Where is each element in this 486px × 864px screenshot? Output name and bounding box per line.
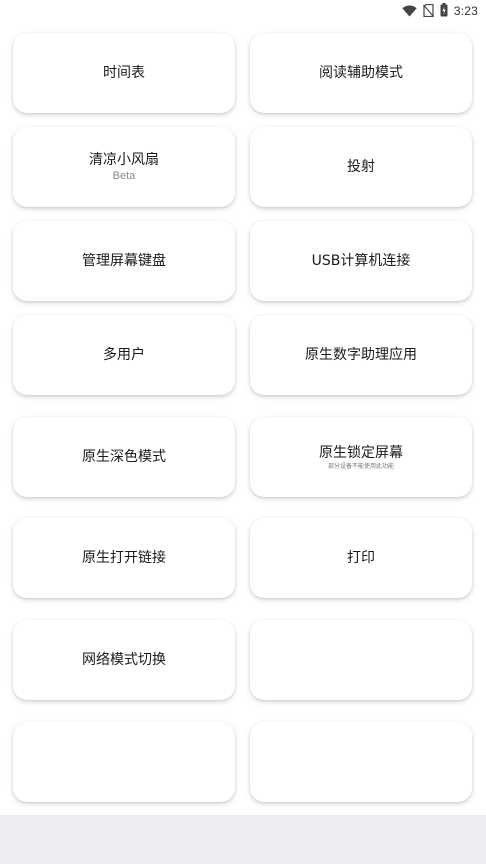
tile-label: 时间表	[103, 65, 145, 81]
tile-label: 原生锁定屏幕	[319, 444, 403, 461]
tile-native-lock-screen[interactable]: 原生锁定屏幕 部分设备不能使用此功能	[250, 417, 472, 497]
tile-usb-computer-connection[interactable]: USB计算机连接	[250, 221, 472, 301]
tile-label: 阅读辅助模式	[319, 65, 403, 81]
tile-native-digital-assistant[interactable]: 原生数字助理应用	[250, 315, 472, 395]
tile-note: 部分设备不能使用此功能	[327, 462, 394, 470]
tile-label: 打印	[347, 550, 375, 566]
tile-label: 原生打开链接	[82, 550, 166, 566]
tile-native-dark-mode[interactable]: 原生深色模式	[13, 417, 235, 497]
tile-label: 管理屏幕键盘	[82, 253, 166, 269]
tile-empty[interactable]	[13, 722, 235, 802]
tile-cooling-fan[interactable]: 清凉小风扇 Beta	[13, 127, 235, 207]
tile-label: USB计算机连接	[311, 253, 411, 269]
tile-label: 原生数字助理应用	[305, 347, 417, 363]
tile-empty[interactable]	[250, 722, 472, 802]
tile-print[interactable]: 打印	[250, 518, 472, 598]
tile-empty[interactable]	[250, 620, 472, 700]
tile-multi-user[interactable]: 多用户	[13, 315, 235, 395]
tile-label: 原生深色模式	[82, 449, 166, 465]
tile-timetable[interactable]: 时间表	[13, 33, 235, 113]
tile-reading-assist-mode[interactable]: 阅读辅助模式	[250, 33, 472, 113]
beta-badge: Beta	[112, 170, 136, 182]
tile-cast[interactable]: 投射	[250, 127, 472, 207]
tile-label: 清凉小风扇	[89, 152, 159, 168]
tile-native-open-links[interactable]: 原生打开链接	[13, 518, 235, 598]
tile-label: 多用户	[103, 347, 145, 363]
tile-manage-onscreen-keyboard[interactable]: 管理屏幕键盘	[13, 221, 235, 301]
tile-label: 网络模式切换	[82, 652, 166, 668]
bottom-bar	[0, 815, 486, 864]
shortcut-grid: 时间表 阅读辅助模式 清凉小风扇 Beta 投射 管理屏幕键盘 USB计算机连接…	[0, 0, 486, 815]
tile-network-mode-switch[interactable]: 网络模式切换	[13, 620, 235, 700]
tile-label: 投射	[347, 159, 375, 175]
